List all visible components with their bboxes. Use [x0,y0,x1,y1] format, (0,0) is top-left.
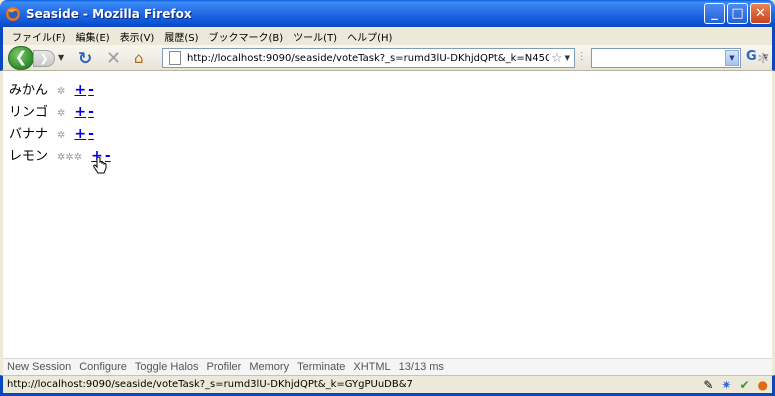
url-bar[interactable]: http://localhost:9090/seaside/voteTask?_… [162,48,575,68]
edit-icon[interactable]: ✎ [703,378,713,392]
history-dropdown-icon[interactable]: ▼ [58,53,64,62]
profiler-link[interactable]: Profiler [207,361,242,373]
google-search-icon[interactable]: G [746,49,757,64]
minimize-button[interactable]: _ [704,3,725,24]
terminate-link[interactable]: Terminate [297,361,345,373]
toolbar-grip-icon[interactable]: ⫶ [580,50,586,66]
new-session-link[interactable]: New Session [7,361,71,373]
gear-icon[interactable]: ✷ [721,378,731,392]
rating-stars: ✲ [57,130,66,141]
rating-stars: ✲ [57,108,66,119]
url-dropdown-icon[interactable]: ▼ [565,54,570,62]
vote-minus-link[interactable]: - [88,82,94,98]
configure-link[interactable]: Configure [79,361,127,373]
toggle-halos-link[interactable]: Toggle Halos [135,361,199,373]
menu-edit[interactable]: 編集(E) [71,29,115,44]
rating-stars: ✲✲✲ [57,152,83,163]
stop-icon[interactable]: ✕ [106,48,121,69]
item-name: バナナ [9,127,49,142]
check-icon[interactable]: ✔ [739,378,749,392]
vote-plus-link[interactable]: + [74,126,86,142]
menu-help[interactable]: ヘルプ(H) [342,29,397,44]
vote-row: みかん ✲ + - [9,82,94,100]
vote-plus-link[interactable]: + [74,82,86,98]
item-name: みかん [9,83,49,98]
status-bar: http://localhost:9090/seaside/voteTask?_… [0,375,775,396]
throbber-icon: ✻ [757,51,769,67]
menu-tools[interactable]: ツール(T) [288,29,342,44]
home-icon[interactable]: ⌂ [134,49,144,67]
vote-minus-link[interactable]: - [88,126,94,142]
vote-row: バナナ ✲ + - [9,126,94,144]
item-name: リンゴ [9,105,49,120]
hand-cursor-icon [93,156,107,175]
search-dropdown-icon[interactable]: ▼ [725,50,739,66]
rating-stars: ✲ [57,86,66,97]
close-button[interactable]: ✕ [750,3,771,24]
back-arrow-icon[interactable]: ❮ [8,46,34,70]
page-icon [169,51,181,65]
forward-arrow-icon[interactable]: ❯ [33,50,55,67]
vote-row: リンゴ ✲ + - [9,104,94,122]
vote-minus-link[interactable]: - [88,104,94,120]
memory-link[interactable]: Memory [249,361,289,373]
navigation-toolbar: ❮ ❯ ▼ ↻ ✕ ⌂ http://localhost:9090/seasid… [0,45,775,71]
status-url: http://localhost:9090/seaside/voteTask?_… [7,379,413,390]
bookmark-star-icon[interactable]: ☆ [551,51,563,66]
maximize-button[interactable]: □ [727,3,748,24]
vote-plus-link[interactable]: + [74,104,86,120]
title-bar[interactable]: Seaside - Mozilla Firefox _ □ ✕ [0,0,775,27]
seaside-toolbar: New Session Configure Toggle Halos Profi… [3,358,772,375]
menu-bookmarks[interactable]: ブックマーク(B) [204,29,289,44]
search-input[interactable]: ▼ [591,48,741,68]
xhtml-link[interactable]: XHTML [353,361,390,373]
firefox-status-icon[interactable]: ● [758,378,768,392]
item-name: レモン [9,149,49,164]
menu-bar: ファイル(F) 編集(E) 表示(V) 履歴(S) ブックマーク(B) ツール(… [0,27,775,45]
firefox-icon [5,6,21,22]
menu-file[interactable]: ファイル(F) [7,29,71,44]
window-title: Seaside - Mozilla Firefox [26,6,192,21]
page-content: みかん ✲ + - リンゴ ✲ + - バナナ ✲ + - レモン ✲✲✲ + - New Sessio… [3,71,772,375]
reload-icon[interactable]: ↻ [78,49,92,69]
render-timing: 13/13 ms [398,361,444,373]
url-input[interactable]: http://localhost:9090/seaside/voteTask?_… [187,53,549,64]
menu-view[interactable]: 表示(V) [115,29,160,44]
menu-history[interactable]: 履歴(S) [159,29,203,44]
